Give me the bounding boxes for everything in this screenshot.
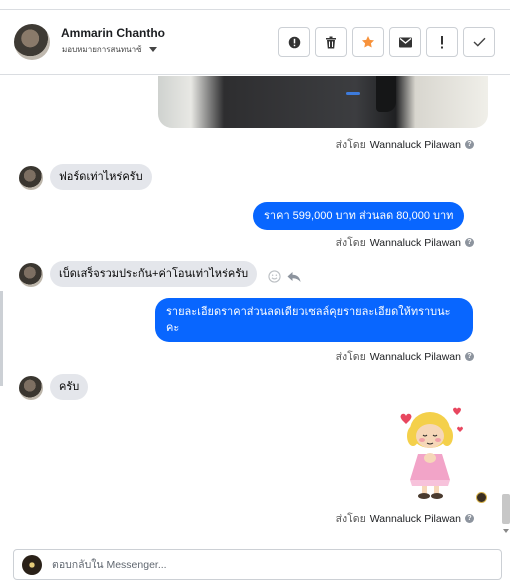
agent-name: Wannaluck Pilawan [369,512,461,525]
message-thread: ส่งโดย Wannaluck Pilawan ? ฟอร์ดเท่าไหร่… [0,76,512,541]
help-icon[interactable]: ? [465,140,474,149]
sent-by-label: ส่งโดย Wannaluck Pilawan ? [336,510,474,527]
help-icon[interactable]: ? [465,238,474,247]
reply-input[interactable] [52,556,482,574]
outgoing-message[interactable]: รายละเอียดราคาส่วนลดเดียวเซลล์คุยรายละเอ… [155,298,473,342]
delete-button[interactable] [315,27,347,57]
agent-name: Wannaluck Pilawan [369,138,461,151]
agent-name: Wannaluck Pilawan [369,350,461,363]
help-icon[interactable]: ? [465,352,474,361]
mark-done-button[interactable] [463,27,495,57]
inbox-conversation: Ammarin Chantho มอบหมายการสนทนาซ้ ส่งโดย… [0,0,512,582]
mark-spam-button[interactable] [278,27,310,57]
page-avatar [22,555,42,575]
header-actions [278,27,495,57]
conversation-header: Ammarin Chantho มอบหมายการสนทนาซ้ [0,9,510,75]
sent-by-label: ส่งโดย Wannaluck Pilawan ? [336,234,474,251]
star-button[interactable] [352,27,384,57]
contact-name[interactable]: Ammarin Chantho [61,26,165,40]
mail-icon [398,37,412,47]
trash-icon [326,36,336,48]
assign-conversation-dropdown[interactable]: มอบหมายการสนทนาซ้ [62,43,157,56]
photo-attachment[interactable] [158,76,488,128]
sent-by-prefix: ส่งโดย [335,513,366,525]
check-icon [473,37,486,47]
sent-by-prefix: ส่งโดย [335,139,366,151]
mark-unread-button[interactable] [389,27,421,57]
help-icon[interactable]: ? [465,514,474,523]
follow-up-button[interactable] [426,27,458,57]
photo-detail [376,76,396,112]
assign-label: มอบหมายการสนทนาซ้ [62,45,142,54]
incoming-message[interactable]: ครับ [50,374,89,400]
chevron-down-icon [148,47,157,52]
smiley-icon[interactable] [268,270,281,283]
incoming-message[interactable]: ฟอร์ดเท่าไหร่ครับ [50,164,152,190]
reply-icon[interactable] [287,271,301,283]
customer-avatar [19,376,43,400]
scroll-down-arrow-icon[interactable] [503,529,509,533]
panel-divider [0,291,3,386]
seen-by-avatar [476,492,487,503]
sent-by-prefix: ส่งโดย [335,237,366,249]
customer-avatar [19,166,43,190]
sent-by-label: ส่งโดย Wannaluck Pilawan ? [336,136,474,153]
sally-sticker[interactable] [398,406,464,502]
star-icon [361,36,375,48]
message-line: คะ [166,322,180,334]
message-line: รายละเอียดราคาส่วนลดเดียวเซลล์คุยรายละเอ… [166,306,451,318]
customer-avatar [19,263,43,287]
reply-composer [13,549,502,580]
exclamation-icon [441,35,443,48]
incoming-message[interactable]: เบ็ดเสร็จรวมประกัน+ค่าโอนเท่าไหร่ครับ [50,261,258,287]
thread-scrollbar[interactable] [502,494,510,524]
alert-circle-icon [288,36,300,48]
outgoing-message[interactable]: ราคา 599,000 บาท ส่วนลด 80,000 บาท [253,202,465,230]
photo-detail [346,92,360,95]
sent-by-prefix: ส่งโดย [335,351,366,363]
contact-avatar[interactable] [14,24,50,60]
message-tools [268,270,301,283]
agent-name: Wannaluck Pilawan [369,236,461,249]
sent-by-label: ส่งโดย Wannaluck Pilawan ? [336,348,474,365]
